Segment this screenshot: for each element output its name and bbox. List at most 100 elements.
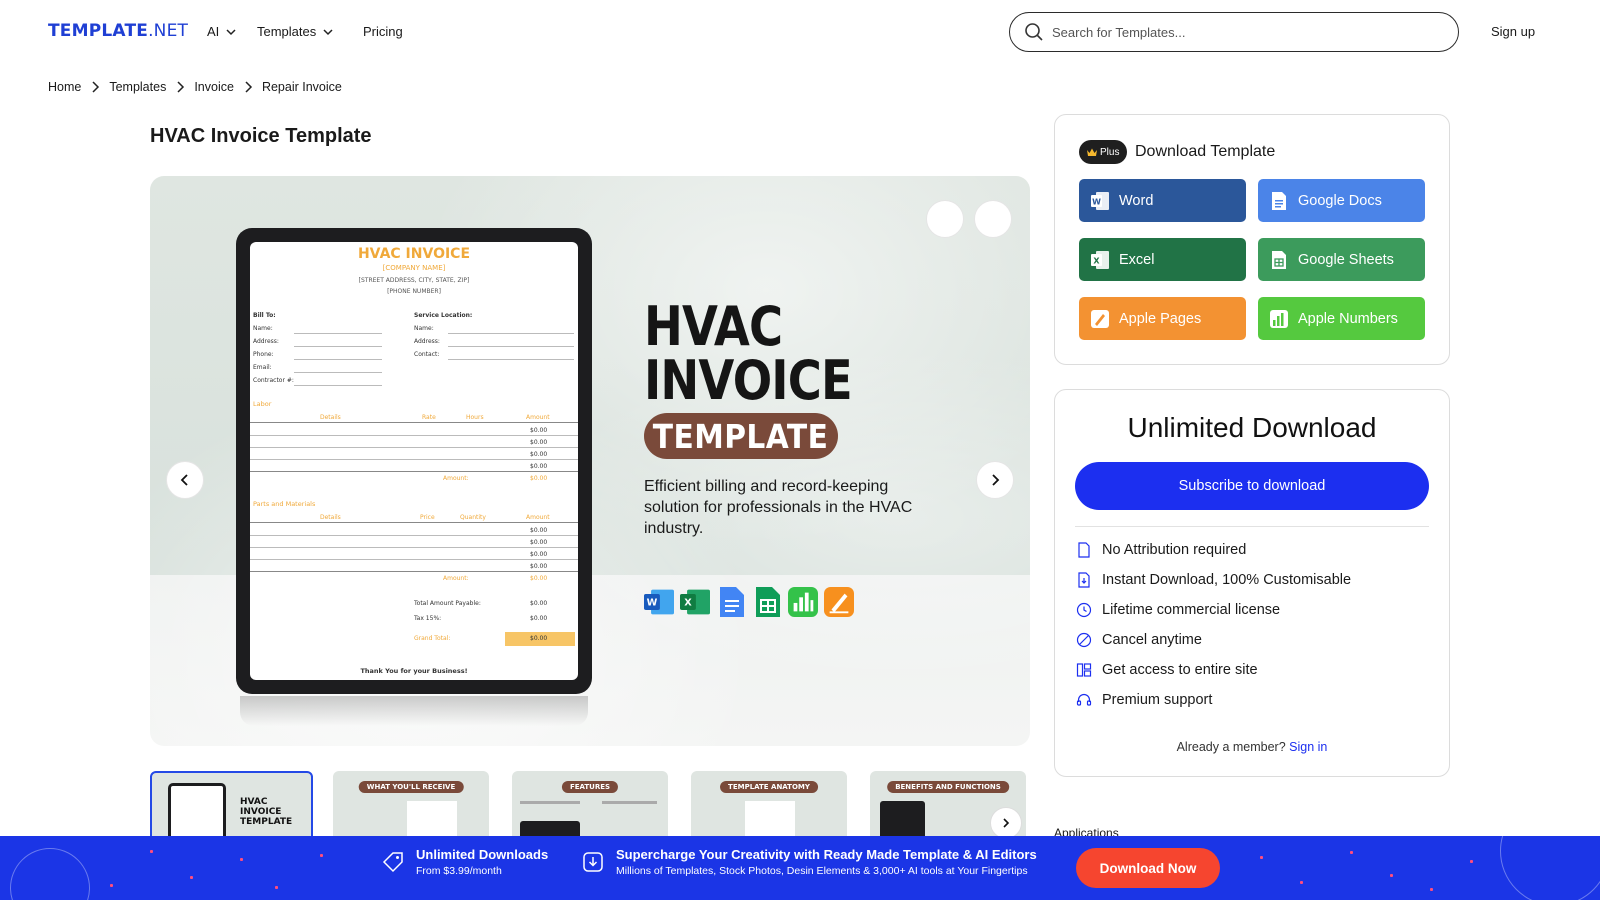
breadcrumb-invoice[interactable]: Invoice [194,80,234,94]
invoice-amount: $0.00 [530,575,548,582]
invoice-field: Email: [253,364,272,371]
chevron-right-icon [175,81,185,93]
thumb-label: BENEFITS AND FUNCTIONS [887,781,1009,793]
thumb-label: FEATURES [561,781,619,793]
chevron-right-icon [1003,818,1010,828]
table-line [250,535,578,536]
svg-text:W: W [647,598,658,609]
table-line [250,547,578,548]
chevron-down-icon [226,28,236,35]
invoice-col-header: Rate [422,414,436,421]
breadcrumb-templates[interactable]: Templates [109,80,166,94]
member-signin: Already a member? Sign in [1176,740,1328,754]
apple-pages-icon [1091,309,1109,328]
nav-pricing[interactable]: Pricing [363,24,403,39]
invoice-phone: [PHONE NUMBER] [387,288,441,295]
page-title: HVAC Invoice Template [150,125,372,147]
feature-item: Cancel anytime [1076,632,1202,648]
invoice-amount: $0.00 [530,615,548,622]
chevron-right-icon [243,81,253,93]
search-icon [1025,23,1043,41]
field-line [294,372,382,373]
invoice-grand-total: Grand Total: [414,635,451,642]
field-line [448,346,574,347]
download-apple-pages-button[interactable]: Apple Pages [1079,297,1246,340]
search-input[interactable] [1052,24,1432,40]
app-icons: W X [644,586,854,618]
table-line [250,471,578,472]
table-line [250,447,578,448]
invoice-col-header: Hours [466,414,484,421]
nav-ai[interactable]: AI [207,24,237,39]
download-word-button[interactable]: W Word [1079,179,1246,222]
svg-text:W: W [1092,197,1101,206]
breadcrumb: Home Templates Invoice Repair Invoice [48,80,342,94]
tablet-reflection [240,696,588,726]
thumb-label: TEMPLATE ANATOMY [720,781,818,793]
feature-item: Premium support [1076,692,1212,708]
thumb-label: HVAC INVOICE TEMPLATE [240,797,293,827]
apple-numbers-icon [1270,309,1288,328]
breadcrumb-repair-invoice[interactable]: Repair Invoice [262,80,342,94]
thumbnail-4[interactable]: TEMPLATE ANATOMY [691,771,847,841]
thumbnail-next-button[interactable] [990,807,1022,839]
invoice-amount-label: Amount: [443,575,469,582]
decorative-arc [10,848,90,900]
invoice-thanks: Thank You for your Business! [360,667,468,675]
template-preview: HVAC INVOICE [COMPANY NAME] [STREET ADDR… [150,176,1030,746]
invoice-amount: $0.00 [530,427,548,434]
breadcrumb-home[interactable]: Home [48,80,81,94]
hero-description: Efficient billing and record-keeping sol… [644,478,913,537]
promo-supercharge: Supercharge Your Creativity with Ready M… [582,847,1037,877]
signup-link[interactable]: Sign up [1491,24,1535,39]
invoice-amount: $0.00 [530,475,548,482]
invoice-service-location: Service Location: [414,312,473,319]
feature-item: No Attribution required [1076,542,1246,558]
download-icon [583,852,603,872]
apple-numbers-icon [788,587,818,617]
table-line [250,459,578,460]
field-line [294,385,382,386]
download-now-button[interactable]: Download Now [1076,848,1220,888]
download-template-card: Plus Download Template W Word Google Doc… [1054,114,1450,365]
table-line [250,571,578,572]
invoice-amount: $0.00 [530,539,548,546]
favorite-button[interactable] [926,200,964,238]
chevron-right-icon [90,81,100,93]
invoice-amount-label: Amount: [443,475,469,482]
download-google-docs-button[interactable]: Google Docs [1258,179,1425,222]
invoice-field: Address: [253,338,279,345]
subscribe-button[interactable]: Subscribe to download [1075,462,1429,510]
excel-icon: X [680,589,710,615]
invoice-col-header: Price [420,514,435,521]
invoice-amount: $0.00 [530,635,548,642]
carousel-prev-button[interactable] [166,461,204,499]
nav-templates[interactable]: Templates [257,24,334,39]
download-google-sheets-button[interactable]: Google Sheets [1258,238,1425,281]
carousel-next-button[interactable] [976,461,1014,499]
invoice-company: [COMPANY NAME] [382,264,446,272]
thumbnail-2[interactable]: WHAT YOU'LL RECEIVE [333,771,489,841]
invoice-labor-heading: Labor [253,400,272,408]
site-logo[interactable]: TEMPLATE.NET [48,21,188,41]
site-header: TEMPLATE.NET AI Templates Pricing Sign u… [0,0,1600,64]
file-download-icon [1078,572,1090,588]
crown-icon [1087,148,1097,156]
invoice-field: Phone: [253,351,274,358]
download-excel-button[interactable]: X Excel [1079,238,1246,281]
thumbnail-1[interactable]: HVAC INVOICE TEMPLATE [150,771,313,841]
search-bar[interactable] [1009,12,1459,52]
signin-link[interactable]: Sign in [1289,740,1327,754]
table-line [250,422,578,423]
invoice-amount: $0.00 [530,439,548,446]
invoice-field: Contractor #: [253,377,294,384]
google-docs-icon [1272,191,1286,210]
field-line [448,359,574,360]
layout-icon [1076,663,1092,677]
share-button[interactable] [974,200,1012,238]
download-apple-numbers-button[interactable]: Apple Numbers [1258,297,1425,340]
invoice-field: Name: [414,325,434,332]
thumbnail-3[interactable]: FEATURES [512,771,668,841]
invoice-field: Name: [253,325,273,332]
table-line [250,435,578,436]
